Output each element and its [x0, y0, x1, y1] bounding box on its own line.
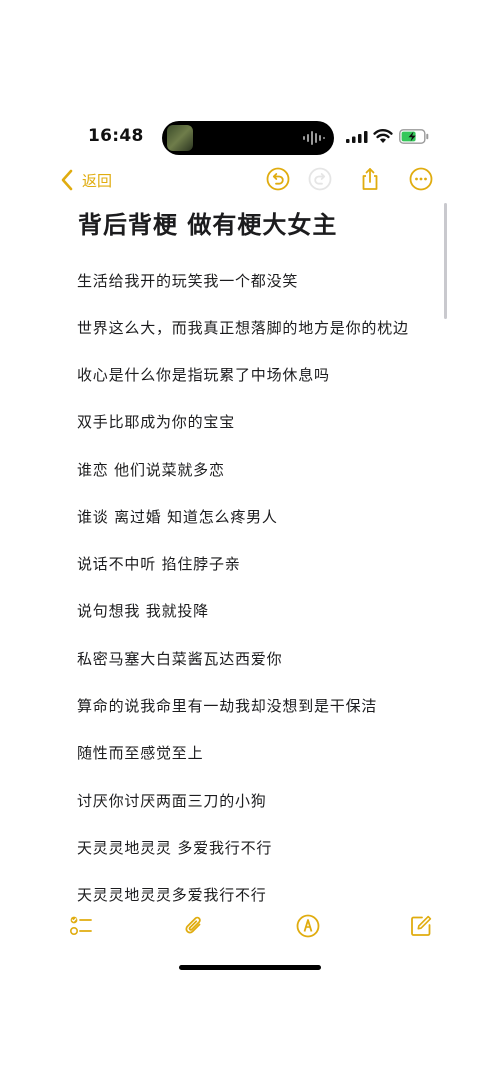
redo-icon [308, 167, 332, 191]
note-line[interactable]: 算命的说我命里有一劫我却没想到是干保洁 [77, 695, 377, 716]
note-line[interactable]: 生活给我开的玩笑我一个都没笑 [77, 270, 298, 291]
dynamic-island[interactable] [162, 121, 334, 155]
markup-icon [296, 914, 320, 938]
more-button[interactable] [409, 167, 433, 191]
note-line[interactable]: 说话不中听 掐住脖子亲 [77, 553, 241, 574]
note-line[interactable]: 谁谈 离过婚 知道怎么疼男人 [77, 506, 278, 527]
scroll-indicator[interactable] [444, 203, 447, 319]
note-line[interactable]: 天灵灵地灵灵多爱我行不行 [77, 884, 267, 905]
note-line[interactable]: 随性而至感觉至上 [77, 742, 203, 763]
chevron-left-icon [61, 169, 73, 191]
attachment-button[interactable] [182, 914, 206, 938]
note-line[interactable]: 私密马塞大白菜酱瓦达西爱你 [77, 648, 282, 669]
note-line[interactable]: 收心是什么你是指玩累了中场休息吗 [77, 364, 330, 385]
markup-button[interactable] [296, 914, 320, 938]
battery-charging-icon [399, 129, 429, 144]
note-title[interactable]: 背后背梗 做有梗大女主 [78, 205, 337, 240]
wifi-icon [373, 129, 393, 143]
note-line[interactable]: 谁恋 他们说菜就多恋 [77, 459, 225, 480]
undo-button[interactable] [266, 167, 290, 191]
status-time: 16:48 [88, 126, 144, 146]
note-line[interactable]: 世界这么大，而我真正想落脚的地方是你的枕边 [77, 317, 409, 338]
checklist-icon [69, 916, 92, 936]
home-indicator[interactable] [179, 965, 321, 970]
undo-icon [266, 167, 290, 191]
more-icon [409, 167, 433, 191]
compose-button[interactable] [409, 914, 433, 938]
redo-button[interactable] [308, 167, 332, 191]
note-line[interactable]: 天灵灵地灵灵 多爱我行不行 [77, 837, 272, 858]
share-button[interactable] [358, 167, 382, 191]
cellular-signal-icon [346, 131, 368, 143]
note-line[interactable]: 说句想我 我就投降 [77, 600, 209, 621]
now-playing-artwork [167, 125, 193, 151]
audio-waveform-icon [303, 131, 325, 145]
notes-screen: 16:48 返回 背后背梗 做有梗大女主 生活给我开的玩笑我一个都没笑 世界这么… [0, 0, 500, 1072]
note-line[interactable]: 双手比耶成为你的宝宝 [77, 411, 235, 432]
compose-icon [411, 915, 432, 936]
note-line[interactable]: 讨厌你讨厌两面三刀的小狗 [77, 790, 267, 811]
share-icon [362, 168, 378, 190]
back-button[interactable]: 返回 [60, 168, 112, 192]
back-button-label: 返回 [82, 171, 113, 190]
checklist-button[interactable] [69, 914, 93, 938]
attachment-icon [185, 916, 201, 934]
